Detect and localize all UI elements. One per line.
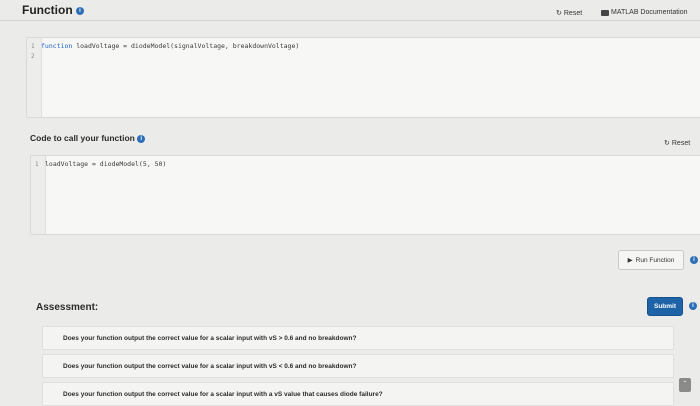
function-title-label: Function [22,3,73,17]
assessment-test-row[interactable]: Does your function output the correct va… [42,326,674,350]
assessment-test-row[interactable]: Does your function output the correct va… [42,382,674,406]
call-section-label: Code to call your function [30,133,135,143]
info-icon[interactable]: i [76,6,84,15]
play-icon: ▶ [627,257,633,264]
run-function-button[interactable]: ▶ Run Function [618,250,684,270]
info-icon[interactable]: i [689,302,697,310]
line-number: 2 [31,53,35,60]
line-number: 1 [35,161,39,168]
info-icon[interactable]: i [690,256,698,264]
refresh-icon: ↻ [664,140,670,147]
function-code-editor[interactable]: 1 function loadVoltage = diodeModel(sign… [26,37,700,118]
book-icon [601,9,609,16]
header-divider [0,20,700,21]
chevron-up-icon[interactable]: ˆ [679,378,691,392]
code-keyword: function [41,42,73,50]
call-reset-label: Reset [671,139,691,147]
test-description: Does your function output the correct va… [63,334,357,342]
info-icon[interactable]: i [137,134,146,143]
call-section-title: Code to call your function i [30,133,146,143]
reset-button[interactable]: ↻ Reset [556,9,583,18]
code-line: loadVoltage = diodeModel(5, 50) [45,160,167,168]
code-line: function loadVoltage = diodeModel(signal… [41,42,299,50]
line-number: 1 [31,43,35,50]
reset-label: Reset [563,9,583,17]
code-text: loadVoltage = diodeModel(signalVoltage, … [72,42,300,50]
refresh-icon: ↻ [556,10,562,17]
test-description: Does your function output the correct va… [63,390,383,398]
assessment-title: Assessment: [36,302,99,313]
assessment-test-row[interactable]: Does your function output the correct va… [42,354,674,378]
function-title: Function i [22,3,84,17]
run-function-label: Run Function [635,256,675,264]
matlab-documentation-link[interactable]: MATLAB Documentation [601,9,688,16]
call-code-editor[interactable]: 1 loadVoltage = diodeModel(5, 50) [30,155,700,235]
test-description: Does your function output the correct va… [63,362,357,370]
call-reset-button[interactable]: ↻ Reset [664,139,691,148]
submit-label: Submit [653,303,677,310]
documentation-label: MATLAB Documentation [611,9,688,16]
submit-button[interactable]: Submit [647,297,683,316]
